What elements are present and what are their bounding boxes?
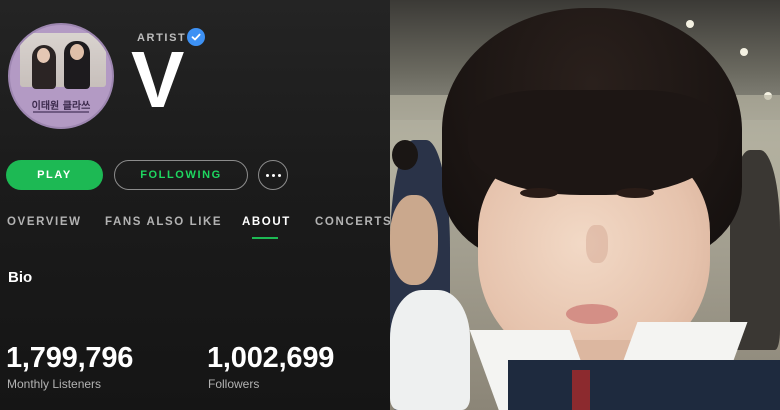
- checkmark-icon: [191, 33, 201, 41]
- more-options-button[interactable]: [258, 160, 288, 190]
- dot-icon: [277, 173, 281, 177]
- artist-tabs: OVERVIEW FANS ALSO LIKE ABOUT CONCERTS: [0, 216, 390, 246]
- subject-nose: [586, 225, 608, 263]
- subject-eye-left: [520, 188, 558, 198]
- avatar-album-text: 이태원 클라쓰: [31, 101, 91, 112]
- tab-overview[interactable]: OVERVIEW: [7, 216, 82, 228]
- bio-heading: Bio: [8, 269, 33, 286]
- dot-icon: [265, 173, 269, 177]
- play-button[interactable]: PLAY: [6, 160, 103, 190]
- artist-photo: [390, 0, 780, 410]
- background-student-face: [390, 195, 438, 285]
- tab-fans-also-like[interactable]: FANS ALSO LIKE: [105, 216, 222, 228]
- tab-concerts[interactable]: CONCERTS: [315, 216, 390, 228]
- dot-icon: [271, 173, 275, 177]
- background-student-head: [392, 140, 418, 170]
- verified-badge-icon: [187, 28, 205, 46]
- tab-about[interactable]: ABOUT: [242, 216, 291, 228]
- school-vest: [508, 360, 780, 410]
- spotify-artist-page: 이태원 클라쓰 ARTIST V PLAY FOLLOWING OVERVIEW…: [0, 0, 390, 410]
- followers-value: 1,002,699: [207, 342, 335, 374]
- school-tie: [572, 370, 590, 410]
- avatar-face-right: [70, 44, 84, 60]
- subject-eye-right: [616, 188, 654, 198]
- following-button[interactable]: FOLLOWING: [114, 160, 248, 190]
- monthly-listeners-label: Monthly Listeners: [7, 377, 102, 391]
- artist-avatar: 이태원 클라쓰: [8, 23, 114, 129]
- subject-fringe: [468, 90, 718, 195]
- avatar-face-left: [37, 48, 50, 63]
- followers-label: Followers: [208, 377, 260, 391]
- active-tab-indicator: [252, 237, 278, 239]
- ceiling-light: [740, 48, 748, 56]
- monthly-listeners-value: 1,799,796: [6, 342, 134, 374]
- subject-lips: [566, 304, 618, 324]
- avatar-album-subline: [10, 111, 112, 114]
- ceiling-light: [686, 20, 694, 28]
- background-student-shirt: [390, 290, 470, 410]
- artist-name: V: [131, 35, 184, 124]
